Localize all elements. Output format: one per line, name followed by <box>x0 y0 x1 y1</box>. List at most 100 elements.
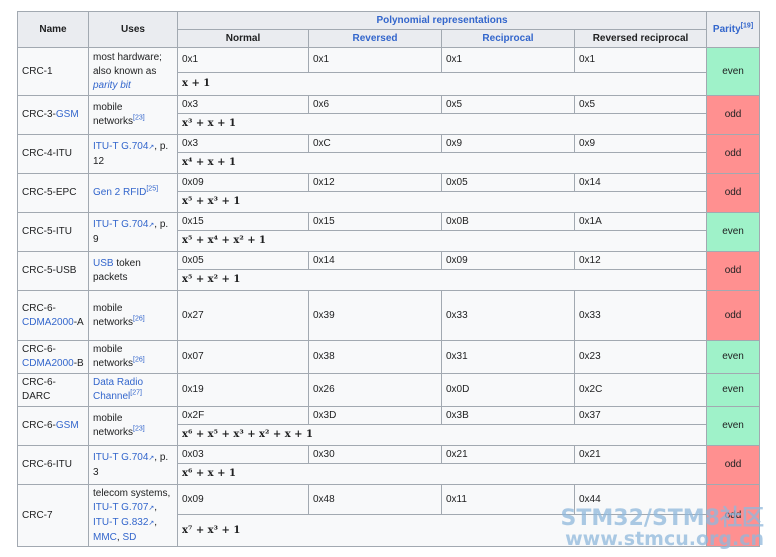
reversed-reciprocal-value: 0x21 <box>573 445 708 464</box>
reference-link[interactable]: [26] <box>133 315 145 322</box>
table-row: CRC-5-EPC Gen 2 RFID[25] 0x09 0x12 0x05 … <box>17 173 761 213</box>
parity-cell: odd <box>706 484 761 547</box>
reference-link[interactable]: [27] <box>130 390 142 397</box>
normal-value: 0x05 <box>177 251 309 270</box>
reciprocal-value: 0x9 <box>441 134 575 153</box>
itu-g704-link[interactable]: ITU-T G.704 <box>93 141 148 152</box>
normal-value: 0x09 <box>177 484 309 515</box>
parity-ref[interactable]: [19] <box>741 23 753 30</box>
gsm-link[interactable]: GSM <box>56 109 79 120</box>
crc-uses: most hardware; also known as parity bit <box>88 47 178 96</box>
crc-uses: ITU-T G.704↗, p. 12 <box>88 134 178 174</box>
reversed-reciprocal-value: 0x23 <box>573 340 708 374</box>
table-row: CRC-6-ITU ITU-T G.704↗, p. 3 0x03 0x30 0… <box>17 445 761 485</box>
reversed-reciprocal-value: 0x33 <box>573 290 708 341</box>
header-reciprocal[interactable]: Reciprocal <box>441 29 575 48</box>
polynomial-formula: x³ + x + 1 <box>176 113 708 135</box>
normal-value: 0x3 <box>177 95 309 114</box>
header-name: Name <box>17 11 89 48</box>
crc-uses: Data Radio Channel[27] <box>88 373 178 407</box>
polynomial-formula: x⁷ + x³ + 1 <box>176 514 708 547</box>
normal-value: 0x15 <box>177 212 309 231</box>
cdma2000-link[interactable]: CDMA2000 <box>22 358 74 369</box>
table-row: CRC-3-GSM mobile networks[23] 0x3 0x6 0x… <box>17 95 761 135</box>
reference-link[interactable]: [26] <box>133 357 145 364</box>
crc-name: CRC-6-DARC <box>17 373 89 407</box>
reversed-reciprocal-value: 0x5 <box>573 95 708 114</box>
gen2-rfid-link[interactable]: Gen 2 RFID <box>93 187 146 198</box>
crc-name: CRC-4-ITU <box>17 134 89 174</box>
polynomial-formula: x⁵ + x² + 1 <box>176 269 708 291</box>
reciprocal-value: 0x1 <box>441 47 575 73</box>
crc-name: CRC-3-GSM <box>17 95 89 135</box>
crc-name: CRC-5-USB <box>17 251 89 291</box>
parity-cell: odd <box>706 173 761 213</box>
crc-name: CRC-6-GSM <box>17 406 89 446</box>
header-parity[interactable]: Parity[19] <box>706 11 761 48</box>
crc-name: CRC-6-ITU <box>17 445 89 485</box>
reversed-value: 0x14 <box>308 251 442 270</box>
crc-table: Name Uses Polynomial representations Par… <box>17 11 761 547</box>
reciprocal-value: 0x33 <box>441 290 575 341</box>
normal-value: 0x2F <box>177 406 309 425</box>
gsm-link[interactable]: GSM <box>56 420 79 431</box>
parity-cell: even <box>706 212 761 252</box>
itu-g704-link[interactable]: ITU-T G.704 <box>93 452 148 463</box>
polynomial-formula: x⁶ + x + 1 <box>176 463 708 485</box>
reversed-reciprocal-value: 0x14 <box>573 173 708 192</box>
parity-cell: odd <box>706 95 761 135</box>
reversed-value: 0x39 <box>308 290 442 341</box>
normal-value: 0x1 <box>177 47 309 73</box>
header-reversed[interactable]: Reversed <box>308 29 442 48</box>
crc-name: CRC-6-CDMA2000-A <box>17 290 89 341</box>
header-polynomial-representations[interactable]: Polynomial representations <box>176 11 708 30</box>
reversed-value: 0x26 <box>308 373 442 407</box>
crc-name: CRC-6-CDMA2000-B <box>17 340 89 374</box>
crc-name: CRC-5-ITU <box>17 212 89 252</box>
parity-cell: odd <box>706 290 761 341</box>
reversed-reciprocal-value: 0x2C <box>573 373 708 407</box>
table-row: CRC-5-USB USB token packets 0x05 0x14 0x… <box>17 251 761 291</box>
table-row: CRC-6-CDMA2000-B mobile networks[26] 0x0… <box>17 340 761 374</box>
normal-value: 0x03 <box>177 445 309 464</box>
parity-bit-link[interactable]: parity bit <box>93 80 131 91</box>
reversed-value: 0x15 <box>308 212 442 231</box>
mmc-link[interactable]: MMC <box>93 532 117 543</box>
reference-link[interactable]: [25] <box>146 186 158 193</box>
normal-value: 0x27 <box>177 290 309 341</box>
table-row: CRC-5-ITU ITU-T G.704↗, p. 9 0x15 0x15 0… <box>17 212 761 252</box>
reversed-value: 0x6 <box>308 95 442 114</box>
itu-g704-link[interactable]: ITU-T G.704 <box>93 219 148 230</box>
reversed-reciprocal-value: 0x1 <box>573 47 708 73</box>
normal-value: 0x07 <box>177 340 309 374</box>
crc-name: CRC-1 <box>17 47 89 96</box>
reciprocal-value: 0x31 <box>441 340 575 374</box>
usb-link[interactable]: USB <box>93 258 114 269</box>
reference-link[interactable]: [23] <box>133 426 145 433</box>
reciprocal-value: 0x21 <box>441 445 575 464</box>
reciprocal-value: 0x0D <box>441 373 575 407</box>
crc-uses: ITU-T G.704↗, p. 3 <box>88 445 178 485</box>
header-uses: Uses <box>88 11 178 48</box>
crc-uses: mobile networks[23] <box>88 95 178 135</box>
reciprocal-value: 0x05 <box>441 173 575 192</box>
external-link-icon: ↗ <box>148 519 155 527</box>
itu-g707-link[interactable]: ITU-T G.707 <box>93 502 148 513</box>
parity-cell: even <box>706 373 761 407</box>
reversed-value: 0x48 <box>308 484 442 515</box>
itu-g832-link[interactable]: ITU-T G.832 <box>93 517 148 528</box>
normal-value: 0x19 <box>177 373 309 407</box>
polynomial-formula: x⁵ + x⁴ + x² + 1 <box>176 230 708 252</box>
reference-link[interactable]: [23] <box>133 115 145 122</box>
cdma2000-link[interactable]: CDMA2000 <box>22 317 74 328</box>
table-row: CRC-7 telecom systems, ITU-T G.707↗, ITU… <box>17 484 761 547</box>
reversed-value: 0x3D <box>308 406 442 425</box>
parity-cell: odd <box>706 445 761 485</box>
crc-uses: mobile networks[23] <box>88 406 178 446</box>
parity-cell: odd <box>706 251 761 291</box>
normal-value: 0x09 <box>177 173 309 192</box>
sd-link[interactable]: SD <box>122 532 136 543</box>
reciprocal-value: 0x09 <box>441 251 575 270</box>
polynomial-formula: x⁴ + x + 1 <box>176 152 708 174</box>
reversed-value: 0x12 <box>308 173 442 192</box>
